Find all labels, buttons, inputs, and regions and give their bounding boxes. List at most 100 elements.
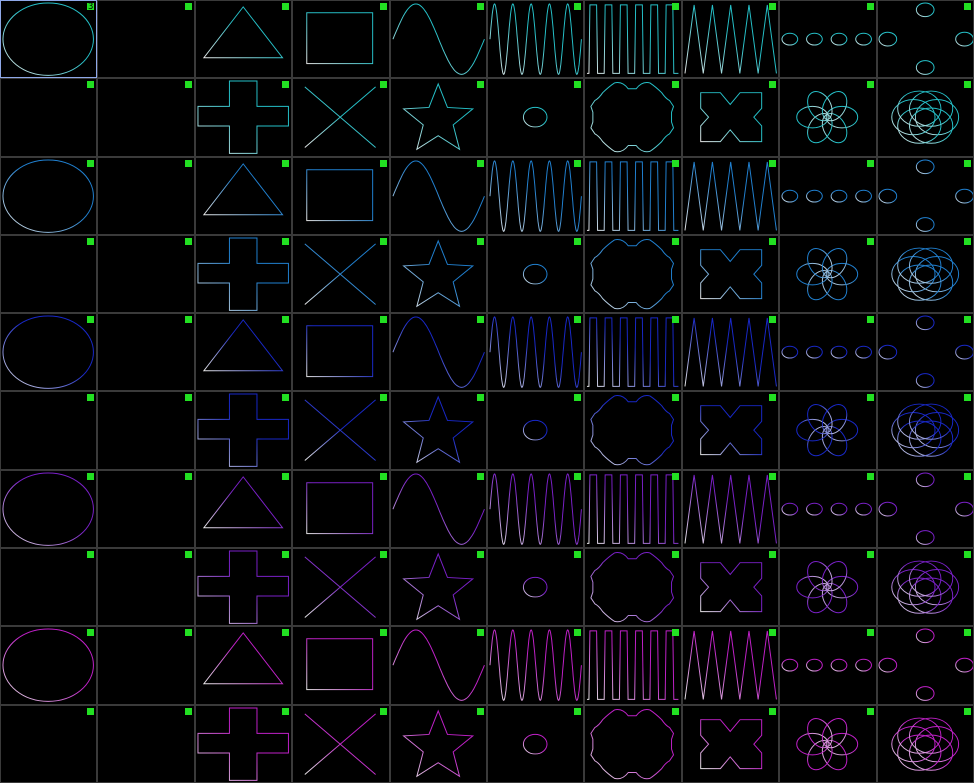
thumbnail-cell[interactable] (584, 391, 682, 470)
thumbnail-cell[interactable] (876, 391, 974, 470)
thumbnail-cell[interactable] (194, 548, 293, 627)
thumbnail-cell[interactable] (389, 234, 487, 314)
thumbnail-cell[interactable] (292, 626, 390, 705)
thumbnail-cell[interactable] (681, 234, 780, 314)
thumbnail-cell[interactable] (486, 548, 585, 627)
thumbnail-cell[interactable] (779, 548, 877, 627)
thumbnail-cell[interactable] (194, 0, 293, 79)
thumbnail-cell[interactable] (486, 0, 585, 79)
thumbnail-cell[interactable] (681, 626, 780, 705)
thumbnail-cell[interactable] (486, 391, 585, 470)
thumbnail-cell[interactable] (681, 548, 780, 627)
thumbnail-cell[interactable] (194, 626, 293, 705)
thumbnail-cell[interactable] (584, 626, 682, 705)
thumbnail-cell[interactable] (97, 78, 195, 157)
thumbnail-cell[interactable] (486, 234, 585, 314)
thumbnail-cell[interactable] (876, 469, 974, 549)
thumbnail-cell[interactable] (681, 391, 780, 470)
thumbnail-cell[interactable] (0, 78, 98, 157)
thumbnail-cell[interactable] (194, 391, 293, 470)
thumbnail-cell[interactable] (876, 0, 974, 79)
thumbnail-cell[interactable] (389, 469, 487, 549)
thumbnail-cell[interactable] (389, 156, 487, 235)
thumbnail-cell[interactable] (681, 0, 780, 79)
thumbnail-cell[interactable] (389, 78, 487, 157)
thumbnail-cell[interactable] (292, 313, 390, 392)
thumbnail-cell[interactable] (389, 548, 487, 627)
thumbnail-cell[interactable] (876, 704, 974, 783)
thumbnail-cell[interactable] (584, 234, 682, 314)
thumbnail-cell[interactable] (779, 234, 877, 314)
thumbnail-cell[interactable] (0, 626, 98, 705)
thumbnail-cell[interactable] (681, 156, 780, 235)
thumbnail-cell[interactable] (486, 626, 585, 705)
thumbnail-cell[interactable] (389, 313, 487, 392)
thumbnail-cell[interactable] (779, 391, 877, 470)
thumbnail-cell[interactable] (0, 234, 98, 314)
thumbnail-cell[interactable] (292, 469, 390, 549)
thumbnail-cell[interactable] (292, 234, 390, 314)
thumbnail-cell[interactable] (194, 78, 293, 157)
thumbnail-cell[interactable] (584, 156, 682, 235)
thumbnail-cell[interactable] (97, 548, 195, 627)
thumbnail-cell[interactable] (876, 156, 974, 235)
thumbnail-cell[interactable] (389, 626, 487, 705)
thumbnail-cell[interactable] (681, 469, 780, 549)
thumbnail-cell[interactable] (292, 0, 390, 79)
thumbnail-cell[interactable] (779, 626, 877, 705)
thumbnail-cell[interactable] (584, 469, 682, 549)
thumbnail-cell[interactable] (0, 391, 98, 470)
thumbnail-cell[interactable] (486, 469, 585, 549)
thumbnail-cell[interactable] (194, 234, 293, 314)
thumbnail-cell[interactable] (97, 704, 195, 783)
thumbnail-cell[interactable] (681, 78, 780, 157)
thumbnail-cell[interactable] (779, 469, 877, 549)
thumbnail-cell[interactable] (486, 78, 585, 157)
thumbnail-cell[interactable] (194, 156, 293, 235)
thumbnail-cell[interactable] (389, 704, 487, 783)
thumbnail-cell[interactable] (194, 313, 293, 392)
thumbnail-cell[interactable] (97, 234, 195, 314)
thumbnail-cell[interactable] (681, 313, 780, 392)
thumbnail-cell[interactable] (876, 626, 974, 705)
thumbnail-cell[interactable] (779, 78, 877, 157)
thumbnail-cell[interactable] (97, 313, 195, 392)
thumbnail-cell[interactable] (0, 313, 98, 392)
thumbnail-cell[interactable] (0, 548, 98, 627)
thumbnail-cell[interactable] (194, 704, 293, 783)
thumbnail-cell[interactable] (486, 313, 585, 392)
thumbnail-cell[interactable] (876, 78, 974, 157)
thumbnail-cell[interactable] (97, 469, 195, 549)
thumbnail-cell[interactable] (292, 548, 390, 627)
thumbnail-cell[interactable] (681, 704, 780, 783)
thumbnail-cell[interactable] (584, 313, 682, 392)
thumbnail-cell[interactable] (292, 156, 390, 235)
thumbnail-cell[interactable] (584, 0, 682, 79)
thumbnail-cell[interactable] (292, 391, 390, 470)
thumbnail-cell[interactable] (0, 156, 98, 235)
thumbnail-cell[interactable] (779, 313, 877, 392)
thumbnail-cell[interactable]: 3 (0, 0, 98, 79)
thumbnail-cell[interactable] (779, 0, 877, 79)
thumbnail-cell[interactable] (292, 78, 390, 157)
thumbnail-cell[interactable] (584, 548, 682, 627)
thumbnail-cell[interactable] (389, 391, 487, 470)
thumbnail-cell[interactable] (0, 704, 98, 783)
thumbnail-cell[interactable] (389, 0, 487, 79)
thumbnail-cell[interactable] (292, 704, 390, 783)
thumbnail-cell[interactable] (779, 156, 877, 235)
thumbnail-cell[interactable] (0, 469, 98, 549)
thumbnail-cell[interactable] (486, 704, 585, 783)
thumbnail-cell[interactable] (876, 234, 974, 314)
thumbnail-cell[interactable] (97, 391, 195, 470)
thumbnail-cell[interactable] (876, 548, 974, 627)
thumbnail-cell[interactable] (194, 469, 293, 549)
thumbnail-cell[interactable] (97, 156, 195, 235)
thumbnail-cell[interactable] (779, 704, 877, 783)
thumbnail-cell[interactable] (97, 626, 195, 705)
thumbnail-cell[interactable] (876, 313, 974, 392)
thumbnail-cell[interactable] (584, 704, 682, 783)
thumbnail-cell[interactable] (486, 156, 585, 235)
thumbnail-cell[interactable] (584, 78, 682, 157)
thumbnail-cell[interactable] (97, 0, 195, 79)
